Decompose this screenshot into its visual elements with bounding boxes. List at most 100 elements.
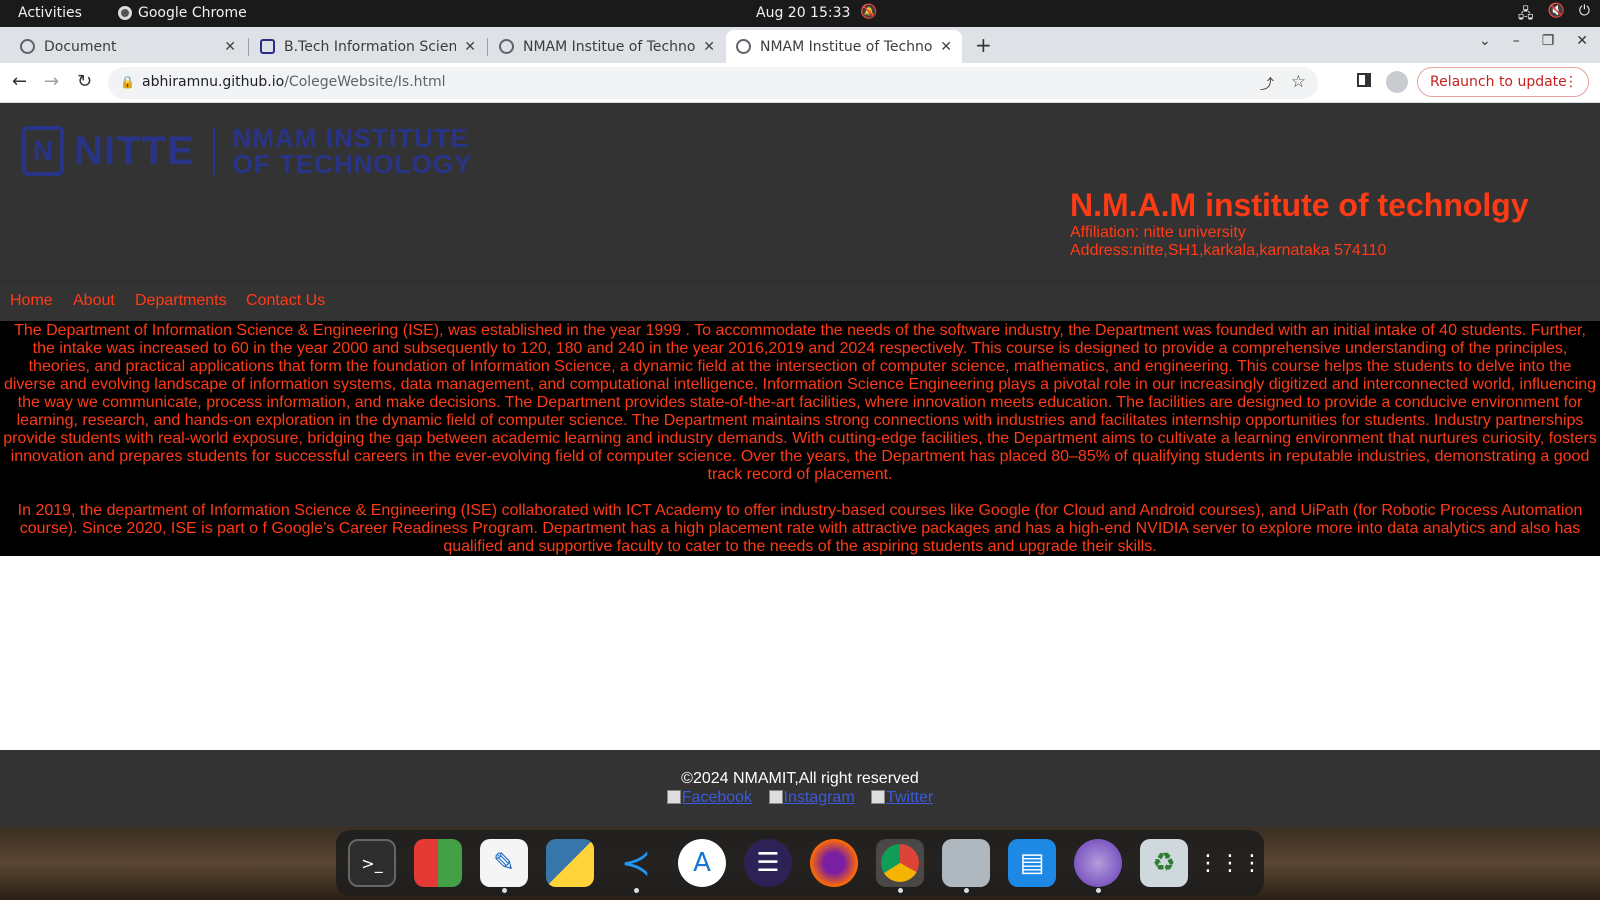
broken-image-icon: [871, 790, 886, 804]
tab-separator: [487, 38, 488, 56]
trash-icon[interactable]: ♻: [1140, 839, 1188, 887]
address-bar[interactable]: 🔒 abhiramnu.github.io/ColegeWebsite/Is.h…: [108, 67, 1318, 99]
volume-muted-icon: 🔇: [1547, 3, 1565, 19]
logo-line-1: NMAM INSTITUTE: [232, 123, 469, 153]
description-paragraph-2: In 2019, the department of Information S…: [17, 502, 1583, 555]
close-tab-icon[interactable]: ✕: [224, 39, 236, 55]
relaunch-to-update-button[interactable]: Relaunch to update ⋮: [1417, 67, 1589, 97]
chrome-icon: [118, 6, 132, 20]
app-store-icon[interactable]: A: [678, 839, 726, 887]
facebook-link[interactable]: Facebook: [666, 789, 753, 806]
reload-icon[interactable]: ↻: [77, 71, 92, 92]
back-icon[interactable]: ←: [12, 71, 27, 92]
tab-title: B.Tech Information Scien: [284, 38, 457, 55]
vscode-icon[interactable]: ≺: [612, 839, 660, 893]
python-icon[interactable]: [546, 839, 594, 887]
text-editor-icon[interactable]: ✎: [480, 839, 528, 893]
address-text: Address:nitte,SH1,karkala,karnataka 5741…: [1070, 242, 1387, 259]
logo-brand: NITTE: [74, 128, 195, 173]
tab-document[interactable]: Document ✕: [10, 30, 246, 63]
window-controls: ⌄ – ❐ ✕: [1479, 33, 1588, 49]
tab-search-icon[interactable]: ⌄: [1479, 33, 1491, 49]
app-menu[interactable]: Google Chrome: [118, 5, 247, 21]
url-path: /ColegeWebsite/Is.html: [284, 74, 446, 90]
clock[interactable]: Aug 20 15:33: [756, 5, 850, 21]
social-links: Facebook Instagram Twitter: [0, 789, 1600, 807]
department-description: The Department of Information Science & …: [0, 321, 1600, 556]
site-header: N NITTE NMAM INSTITUTE OF TECHNOLOGY N.M…: [0, 103, 1600, 281]
nav-departments[interactable]: Departments: [135, 292, 227, 310]
activities-button[interactable]: Activities: [18, 5, 82, 21]
globe-icon: [499, 39, 514, 54]
twitter-link-label: Twitter: [886, 789, 934, 806]
notifications-muted-icon: 🔕: [860, 4, 878, 20]
side-panel-icon[interactable]: [1357, 73, 1371, 87]
affiliation-text: Affiliation: nitte university: [1070, 224, 1246, 241]
site-title: N.M.A.M institute of technolgy: [1070, 187, 1529, 223]
globe-icon: [736, 39, 751, 54]
close-window-icon[interactable]: ✕: [1576, 33, 1588, 49]
broken-image-icon: [768, 790, 783, 804]
logo-divider: [212, 127, 215, 175]
nav-home[interactable]: Home: [10, 292, 53, 310]
system-tray[interactable]: 🖧 🔇 ⏻: [1518, 3, 1590, 27]
running-indicator: [634, 888, 639, 893]
close-tab-icon[interactable]: ✕: [464, 39, 476, 55]
url-host: abhiramnu.github.io: [142, 74, 285, 90]
document-viewer-icon[interactable]: ▤: [1008, 839, 1056, 887]
forward-icon[interactable]: →: [44, 71, 59, 92]
network-icon[interactable]: [1074, 839, 1122, 893]
eclipse-icon[interactable]: ☰: [744, 839, 792, 887]
files-icon[interactable]: [942, 839, 990, 893]
tab-btech-information-science[interactable]: B.Tech Information Scien ✕: [250, 30, 486, 63]
relaunch-label: Relaunch to update: [1430, 74, 1567, 90]
chrome-icon[interactable]: [876, 839, 924, 893]
network-icon: 🖧: [1517, 6, 1534, 22]
page-viewport: N NITTE NMAM INSTITUTE OF TECHNOLOGY N.M…: [0, 103, 1600, 827]
nitte-favicon-icon: [260, 39, 275, 54]
logo-line-2: OF TECHNOLOGY: [232, 149, 473, 179]
bookmark-star-icon[interactable]: ☆: [1291, 72, 1306, 92]
new-tab-button[interactable]: +: [975, 33, 992, 57]
institute-logo: N NITTE NMAM INSTITUTE OF TECHNOLOGY: [22, 125, 472, 177]
profile-avatar-icon[interactable]: [1386, 71, 1408, 93]
description-paragraph-1: The Department of Information Science & …: [3, 322, 1597, 483]
tab-nmam-institute-1[interactable]: NMAM Institue of Techno ✕: [489, 30, 725, 63]
app-menu-label: Google Chrome: [138, 5, 247, 21]
url-text[interactable]: abhiramnu.github.io/ColegeWebsite/Is.htm…: [142, 74, 446, 90]
show-apps-icon[interactable]: ⋮⋮⋮: [1197, 839, 1263, 887]
firefox-icon[interactable]: [810, 839, 858, 887]
logo-institute-name: NMAM INSTITUTE OF TECHNOLOGY: [233, 125, 473, 177]
power-icon: ⏻: [1578, 3, 1590, 19]
site-nav: Home About Departments Contact Us: [0, 281, 1600, 321]
lock-icon[interactable]: 🔒: [120, 75, 135, 89]
maximize-icon[interactable]: ❐: [1542, 33, 1555, 49]
dock: >_ ✎ ≺ A ☰ ▤ ♻ ⋮⋮⋮: [336, 830, 1264, 896]
nav-contact-us[interactable]: Contact Us: [246, 292, 325, 310]
close-tab-icon[interactable]: ✕: [940, 39, 952, 55]
close-tab-icon[interactable]: ✕: [703, 39, 715, 55]
tab-title: Document: [44, 38, 117, 55]
tab-title: NMAM Institue of Techno: [760, 38, 933, 55]
more-menu-icon[interactable]: ⋮: [1564, 74, 1578, 90]
tab-nmam-institute-active[interactable]: NMAM Institue of Techno ✕: [726, 30, 962, 63]
share-icon[interactable]: ⤴: [1260, 74, 1274, 94]
tab-separator: [248, 38, 249, 56]
nitte-logo-icon: N: [22, 126, 64, 176]
terminal-icon[interactable]: >_: [348, 839, 396, 887]
minimize-icon[interactable]: –: [1513, 33, 1520, 49]
globe-icon: [20, 39, 35, 54]
tab-title: NMAM Institue of Techno: [523, 38, 696, 55]
copyright-text: ©2024 NMAMIT,All right reserved: [681, 770, 919, 787]
nav-about[interactable]: About: [73, 292, 115, 310]
broken-image-icon: [666, 790, 681, 804]
facebook-link-label: Facebook: [681, 789, 753, 806]
running-indicator: [898, 888, 903, 893]
running-indicator: [502, 888, 507, 893]
instagram-link-label: Instagram: [783, 789, 855, 806]
tab-strip: Document ✕ B.Tech Information Scien ✕ NM…: [0, 27, 1600, 63]
twitter-link[interactable]: Twitter: [871, 789, 933, 806]
instagram-link[interactable]: Instagram: [768, 789, 855, 806]
running-indicator: [1096, 888, 1101, 893]
app-grid-color-icon[interactable]: [414, 839, 462, 887]
